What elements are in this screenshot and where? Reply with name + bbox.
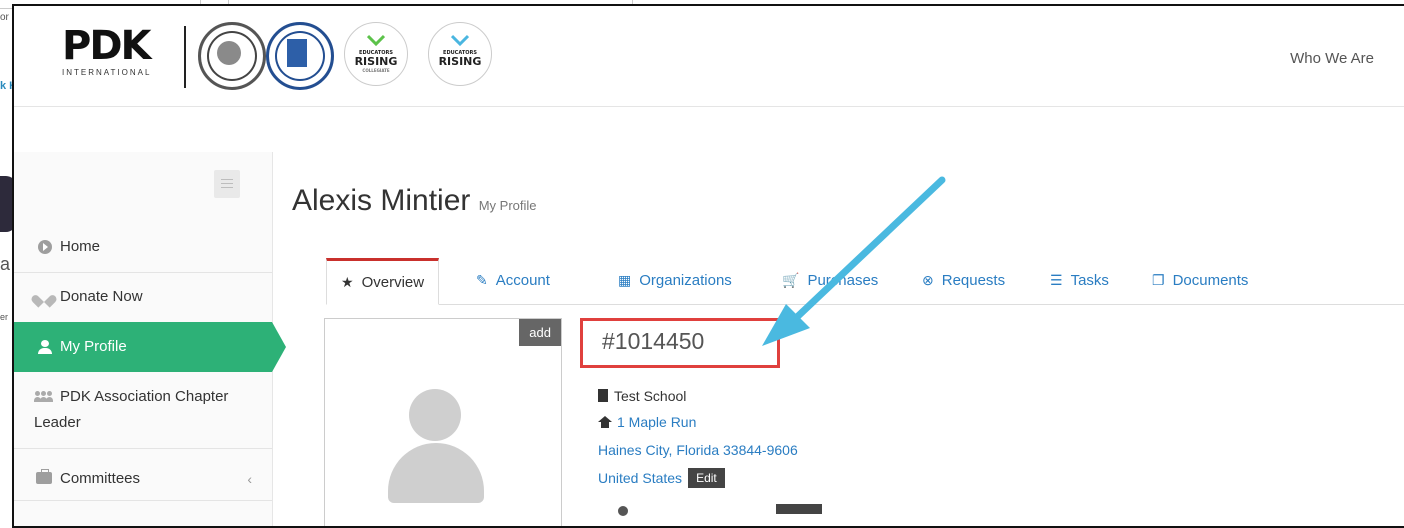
background-fragment: a — [0, 254, 11, 274]
background-fragment: er — [0, 312, 9, 322]
profile-page-window: PDK INTERNATIONAL EDUCATORS RISING COLLE… — [12, 4, 1404, 528]
background-fragment: or — [0, 12, 9, 23]
annotation-arrow — [762, 176, 946, 346]
arrow-shaft — [792, 176, 946, 322]
